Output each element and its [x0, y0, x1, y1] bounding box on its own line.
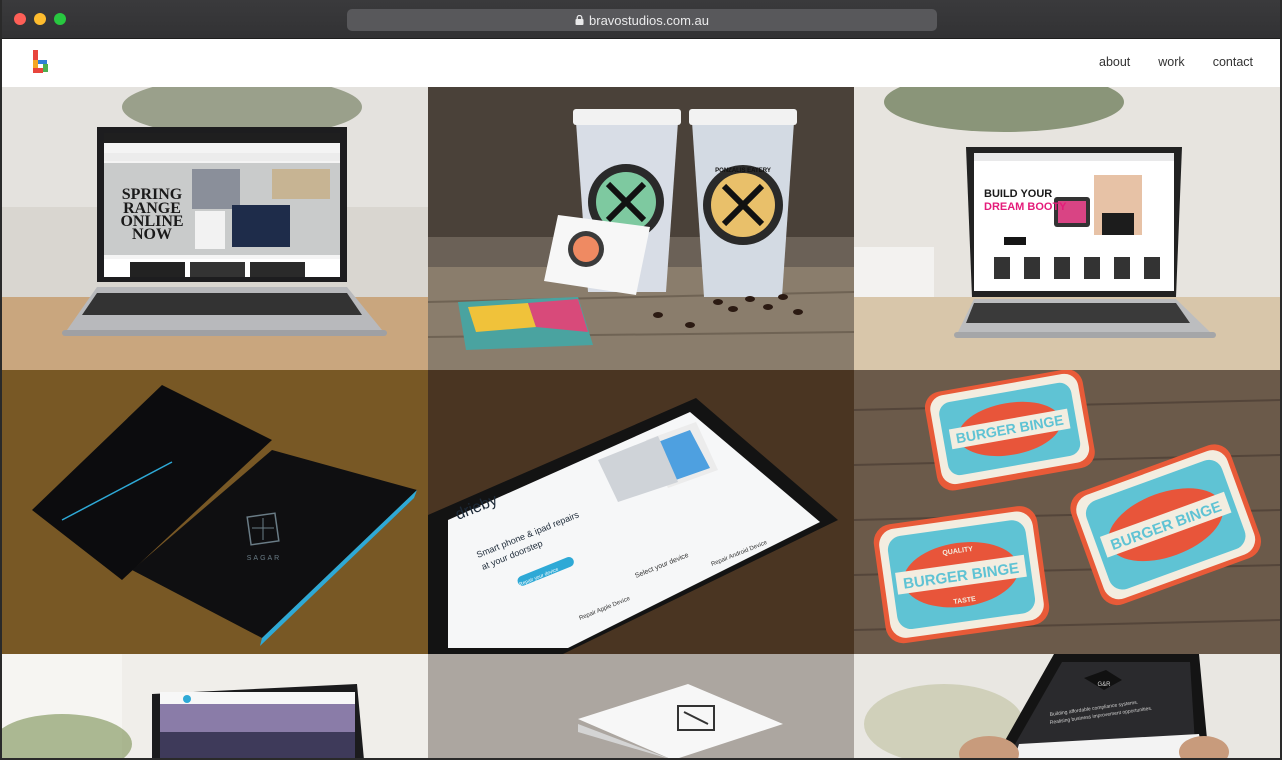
portfolio-tile-card-stack[interactable] — [428, 654, 854, 760]
laptop-fitness-mockup-image: BUILD YOUR DREAM BOOTY — [854, 87, 1280, 370]
tile-4-brand: SAGAR — [247, 555, 282, 562]
browser-chrome: bravostudios.com.au — [0, 0, 1282, 39]
nav-work[interactable]: work — [1158, 55, 1184, 69]
nav-about[interactable]: about — [1099, 55, 1130, 69]
portfolio-tile-repair-website[interactable]: drieby Smart phone & ipad repairs at you… — [428, 370, 854, 654]
window-maximize-button[interactable] — [54, 13, 66, 25]
bravo-logo-icon[interactable] — [30, 50, 50, 76]
business-card-mockup-image: SAGAR — [2, 370, 428, 654]
portfolio-tile-compliance-website[interactable]: G&R Building affordable compliance syste… — [854, 654, 1280, 760]
portfolio-tile-laptop-website[interactable] — [2, 654, 428, 760]
coffee-cup-mockup-image: PONZALIS EATERY — [428, 87, 854, 370]
tile-1-headline-4: NOW — [132, 226, 172, 243]
tile-2-brand: PONZALIS EATERY — [715, 168, 771, 174]
tile-9-brand: G&R — [1097, 682, 1111, 688]
card-stack-image — [428, 654, 854, 760]
main-nav: about work contact — [1099, 55, 1253, 69]
window-minimize-button[interactable] — [34, 13, 46, 25]
laptop-partial-image — [2, 654, 428, 760]
tile-3-headline-1: BUILD YOUR — [984, 188, 1052, 200]
address-bar[interactable]: bravostudios.com.au — [347, 9, 937, 31]
ipad-mockup-image: drieby Smart phone & ipad repairs at you… — [428, 370, 854, 654]
portfolio-tile-burger-coasters[interactable]: BURGER BINGE BURGER BINGE QUALITY TASTE … — [854, 370, 1280, 654]
portfolio-grid: SPRING RANGE ONLINE NOW PONZALIS EATERY … — [2, 87, 1280, 760]
nav-contact[interactable]: contact — [1213, 55, 1253, 69]
tile-3-headline-2: DREAM BOOTY — [984, 201, 1067, 213]
coaster-mockup-image: BURGER BINGE BURGER BINGE QUALITY TASTE … — [854, 370, 1280, 654]
portfolio-tile-clothing-website[interactable]: SPRING RANGE ONLINE NOW — [2, 87, 428, 370]
window-close-button[interactable] — [14, 13, 26, 25]
url-text: bravostudios.com.au — [589, 12, 709, 28]
lock-icon — [575, 15, 584, 25]
portfolio-tile-business-cards[interactable]: SAGAR — [2, 370, 428, 654]
tablet-compliance-image: G&R Building affordable compliance syste… — [854, 654, 1280, 760]
site-header: about work contact — [0, 39, 1282, 87]
laptop-mockup-image: SPRING RANGE ONLINE NOW — [2, 87, 428, 370]
portfolio-tile-fitness-website[interactable]: BUILD YOUR DREAM BOOTY — [854, 87, 1280, 370]
portfolio-tile-coffee-branding[interactable]: PONZALIS EATERY — [428, 87, 854, 370]
